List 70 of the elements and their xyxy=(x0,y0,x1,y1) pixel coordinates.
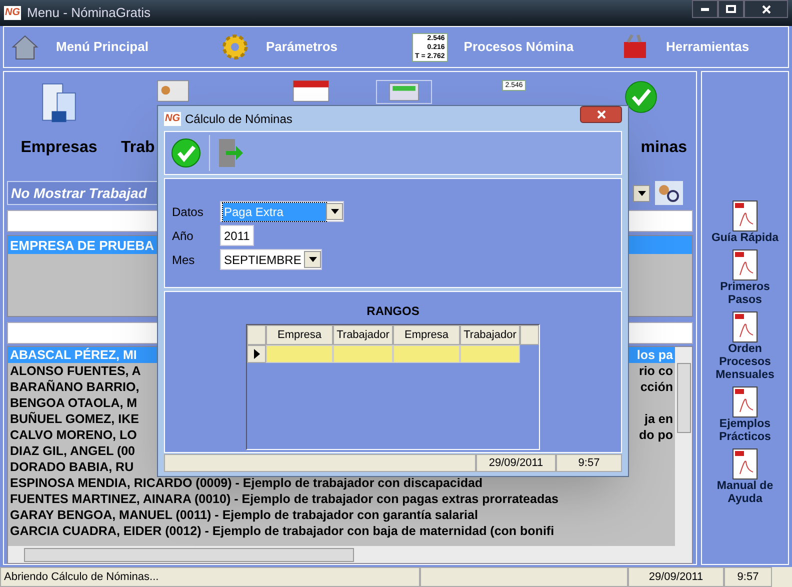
help-document-link[interactable]: Orden Procesos Mensuales xyxy=(705,311,785,382)
status-time: 9:57 xyxy=(556,454,622,472)
horizontal-scrollbar[interactable] xyxy=(8,546,692,563)
pdf-icon xyxy=(732,386,758,418)
help-document-link[interactable]: Primeros Pasos xyxy=(705,249,785,307)
close-button[interactable] xyxy=(580,106,622,123)
worker-row[interactable]: ALONSO FUENTES, A rio co xyxy=(8,363,675,379)
scroll-thumb[interactable] xyxy=(676,363,690,433)
worker-row[interactable]: FUENTES MARTINEZ, AINARA (0010) - Ejemplo de trabajador con pagas extras prorrateadas xyxy=(8,491,675,507)
column-header[interactable]: Empresa xyxy=(266,325,333,345)
pdf-icon xyxy=(732,249,758,281)
field-label: Año xyxy=(172,228,194,244)
close-button[interactable] xyxy=(744,0,788,18)
grid-cell[interactable] xyxy=(393,345,460,363)
worker-row[interactable]: BARAÑANO BARRIO, cción xyxy=(8,379,675,395)
dropdown-button[interactable] xyxy=(304,251,321,268)
scroll-thumb[interactable] xyxy=(24,548,354,562)
ranges-title: RANGOS xyxy=(366,303,420,320)
worker-row[interactable]: BUÑUEL GOMEZ, IKE ja en xyxy=(8,411,675,427)
row-pointer-icon xyxy=(254,349,260,359)
field-label: Mes xyxy=(172,252,196,268)
status-time: 9:57 xyxy=(724,567,772,587)
pdf-icon xyxy=(732,448,758,480)
caret-icon xyxy=(638,190,646,196)
worker-row[interactable]: GARCIA CUADRA, EIDER (0012) - Ejemplo de trabajador con baja de maternidad (con bonifi xyxy=(8,523,675,539)
field-label: Datos xyxy=(172,204,204,220)
module-label: minas xyxy=(640,138,687,158)
help-document-link[interactable]: Manual de Ayuda xyxy=(705,448,785,506)
user-search-icon[interactable] xyxy=(654,180,684,206)
app-logo: NG xyxy=(4,6,21,20)
close-icon xyxy=(596,110,606,119)
grid-cell[interactable] xyxy=(266,345,333,363)
grid-header-filler xyxy=(520,325,539,345)
gear-icon xyxy=(220,32,250,62)
caret-icon xyxy=(308,257,316,262)
grid-corner-cell xyxy=(247,325,266,345)
status-date: 29/09/2011 xyxy=(628,567,724,587)
worker-row[interactable]: ESPINOSA MENDIA, RICARDO (0009) - Ejemplo de trabajador con discapacidad xyxy=(8,475,675,491)
maximize-button[interactable] xyxy=(718,0,744,18)
worker-row[interactable]: CALVO MORENO, LO do po xyxy=(8,427,675,443)
minimize-icon xyxy=(701,8,709,10)
status-date: 29/09/2011 xyxy=(476,454,556,472)
check-icon xyxy=(624,80,658,114)
row-selector[interactable] xyxy=(247,345,266,363)
grid-cell[interactable] xyxy=(460,345,520,363)
app-logo: NG xyxy=(164,112,181,126)
pdf-icon xyxy=(732,200,758,232)
worker-row[interactable]: GARAY BENGOA, MANUEL (0011) - Ejemplo de trabajador con garantía salarial xyxy=(8,507,675,523)
help-document-link[interactable]: Guía Rápida xyxy=(705,200,785,245)
column-header[interactable]: Trabajador xyxy=(333,325,393,345)
input-field[interactable]: 2011 xyxy=(220,225,254,246)
module-label: Trab xyxy=(121,138,155,158)
column-header[interactable]: Empresa xyxy=(393,325,460,345)
dropdown-field[interactable]: SEPTIEMBRE xyxy=(220,249,322,270)
minimize-button[interactable] xyxy=(692,0,718,18)
module-label: Empresas xyxy=(20,138,98,158)
pdf-icon xyxy=(732,311,758,343)
dialog-title: Cálculo de Nóminas xyxy=(185,110,292,128)
vertical-scrollbar[interactable] xyxy=(675,347,692,546)
window-title: Menu - NóminaGratis xyxy=(27,4,151,22)
column-header[interactable]: Trabajador xyxy=(460,325,520,345)
status-message: Abriendo Cálculo de Nóminas... xyxy=(0,567,420,587)
grid-cell[interactable] xyxy=(333,345,393,363)
help-document-link[interactable]: Ejemplos Prácticos xyxy=(705,386,785,444)
maximize-icon xyxy=(726,5,736,13)
dropdown-button[interactable] xyxy=(633,184,650,202)
close-icon xyxy=(762,4,770,14)
caret-icon xyxy=(330,209,338,214)
dropdown-button[interactable] xyxy=(326,203,343,220)
checkmark-icon[interactable] xyxy=(171,138,201,168)
